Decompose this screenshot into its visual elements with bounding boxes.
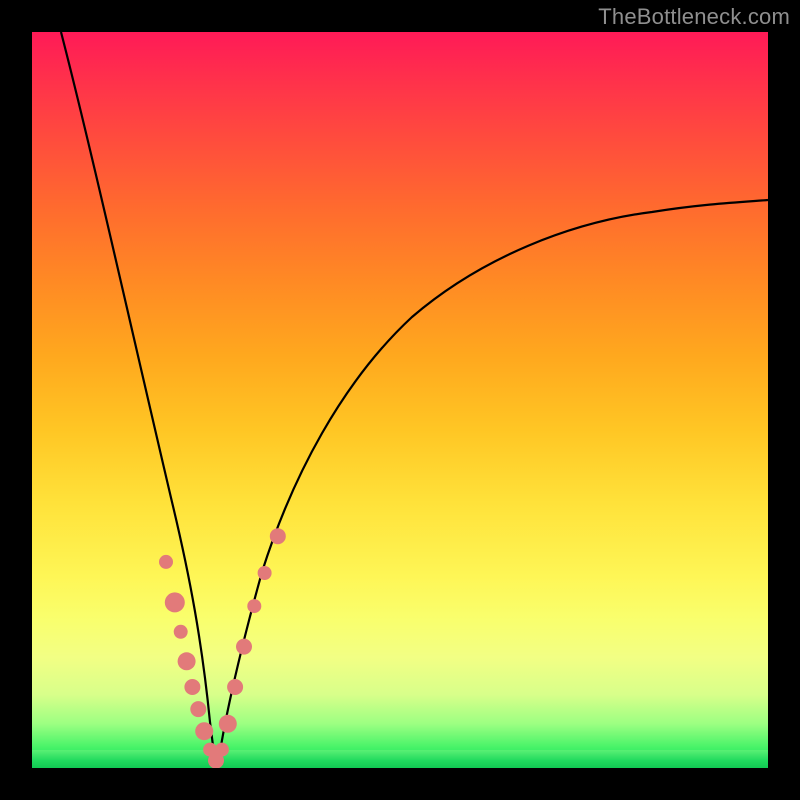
highlight-dot (270, 528, 286, 544)
highlight-dot (247, 599, 261, 613)
highlight-dot (174, 625, 188, 639)
highlight-dot (227, 679, 243, 695)
highlight-dot (178, 652, 196, 670)
highlight-dot (190, 701, 206, 717)
right-branch-line (218, 200, 768, 767)
highlight-dot (195, 722, 213, 740)
highlight-dot (184, 679, 200, 695)
highlight-dot (236, 639, 252, 655)
highlight-dot (159, 555, 173, 569)
highlight-dot (215, 743, 229, 757)
chart-frame: TheBottleneck.com (0, 0, 800, 800)
curve-layer (32, 32, 768, 768)
highlight-dot (219, 715, 237, 733)
highlight-dot (258, 566, 272, 580)
watermark-text: TheBottleneck.com (598, 4, 790, 30)
plot-area (32, 32, 768, 768)
highlight-dot (165, 592, 185, 612)
